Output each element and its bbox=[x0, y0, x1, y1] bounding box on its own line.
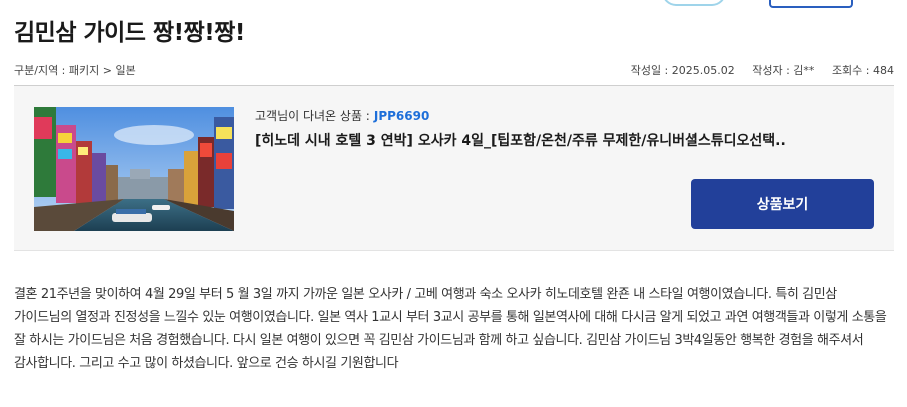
visited-product-label: 고객님이 다녀온 상품 : bbox=[255, 109, 370, 123]
header-decoration-left bbox=[662, 0, 726, 6]
post-date: 작성일 : 2025.05.02 bbox=[630, 64, 735, 77]
view-count: 조회수 : 484 bbox=[831, 64, 894, 77]
header-decoration-right bbox=[769, 0, 853, 8]
view-product-button[interactable]: 상품보기 bbox=[691, 179, 874, 229]
page-title: 김민삼 가이드 짱!짱!짱! bbox=[14, 20, 245, 46]
product-name-link[interactable]: [히노데 시내 호텔 3 연박] 오사카 4일_[팁포함/온천/주류 무제한/유… bbox=[255, 130, 825, 150]
review-meta-info: 작성일 : 2025.05.02 작성자 : 김** 조회수 : 484 bbox=[631, 62, 894, 78]
post-author: 작성자 : 김** bbox=[752, 64, 815, 77]
product-thumbnail-image[interactable] bbox=[34, 107, 234, 231]
review-body-text: 결혼 21주년을 맞이하여 4월 29일 부터 5 월 3일 까지 가까운 일본… bbox=[14, 287, 887, 371]
visited-product-line: 고객님이 다녀온 상품 : JPP6690 bbox=[255, 107, 429, 124]
product-code-link[interactable]: JPP6690 bbox=[374, 109, 429, 123]
review-meta-row: 구분/지역 : 패키지 > 일본 작성일 : 2025.05.02 작성자 : … bbox=[14, 62, 894, 78]
visited-product-card: 고객님이 다녀온 상품 : JPP6690 [히노데 시내 호텔 3 연박] 오사… bbox=[14, 86, 894, 251]
category-breadcrumb: 구분/지역 : 패키지 > 일본 bbox=[14, 64, 136, 77]
